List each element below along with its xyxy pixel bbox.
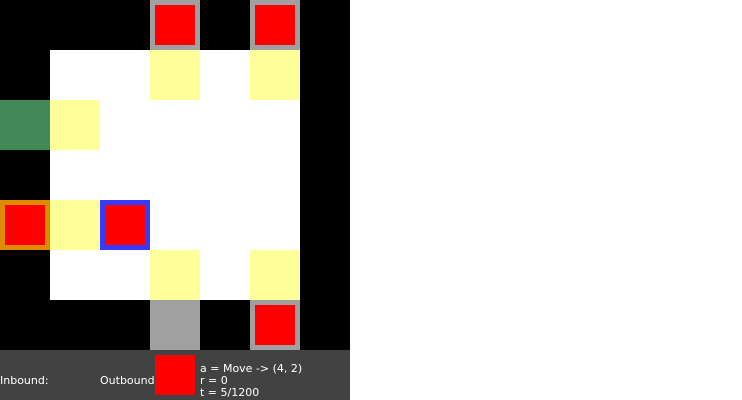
floor-tile	[100, 150, 150, 200]
goal-tile	[0, 100, 50, 150]
highlight-tile	[150, 250, 200, 300]
inbound-label: Inbound:	[0, 374, 49, 387]
floor-tile	[250, 150, 300, 200]
slot-tile	[250, 0, 300, 50]
item-box	[155, 5, 195, 45]
wall-tile	[300, 300, 350, 350]
wall-tile	[300, 100, 350, 150]
floor-tile	[200, 50, 250, 100]
wall-tile	[0, 150, 50, 200]
floor-tile	[50, 250, 100, 300]
wall-tile	[300, 50, 350, 100]
wall-tile	[200, 300, 250, 350]
highlight-tile	[250, 250, 300, 300]
wall-tile	[100, 0, 150, 50]
wall-tile	[0, 250, 50, 300]
item-box	[255, 5, 295, 45]
floor-tile	[200, 200, 250, 250]
wall-tile	[300, 150, 350, 200]
highlight-tile	[150, 50, 200, 100]
slot-tile	[0, 200, 50, 250]
floor-tile	[100, 250, 150, 300]
wall-tile	[300, 0, 350, 50]
outbound-label: Outbound:	[100, 374, 159, 387]
wall-tile	[300, 250, 350, 300]
floor-tile	[150, 100, 200, 150]
wall-tile	[0, 0, 50, 50]
highlight-tile	[50, 200, 100, 250]
wall-tile	[0, 50, 50, 100]
floor-tile	[200, 150, 250, 200]
agent-marker	[100, 200, 150, 250]
floor-tile	[200, 100, 250, 150]
floor-tile	[150, 200, 200, 250]
floor-tile	[100, 50, 150, 100]
slot-tile	[250, 300, 300, 350]
slot-tile	[150, 300, 200, 350]
step-info: a = Move -> (4, 2) r = 0 t = 5/1200	[200, 363, 302, 399]
outbound-item	[155, 355, 195, 395]
slot-tile	[150, 0, 200, 50]
floor-tile	[50, 50, 100, 100]
wall-tile	[50, 0, 100, 50]
slot-tile	[100, 200, 150, 250]
floor-tile	[250, 200, 300, 250]
floor-tile	[150, 150, 200, 200]
wall-tile	[100, 300, 150, 350]
status-bar: Inbound: Outbound: a = Move -> (4, 2) r …	[0, 350, 350, 400]
warehouse-grid	[0, 0, 350, 350]
floor-tile	[100, 100, 150, 150]
floor-tile	[50, 150, 100, 200]
time-text: t = 5/1200	[200, 386, 260, 399]
item-box	[255, 305, 295, 345]
wall-tile	[200, 0, 250, 50]
highlight-tile	[250, 50, 300, 100]
floor-tile	[250, 100, 300, 150]
wall-tile	[300, 200, 350, 250]
highlight-tile	[50, 100, 100, 150]
floor-tile	[200, 250, 250, 300]
wall-tile	[50, 300, 100, 350]
item-box	[5, 205, 45, 245]
wall-tile	[0, 300, 50, 350]
